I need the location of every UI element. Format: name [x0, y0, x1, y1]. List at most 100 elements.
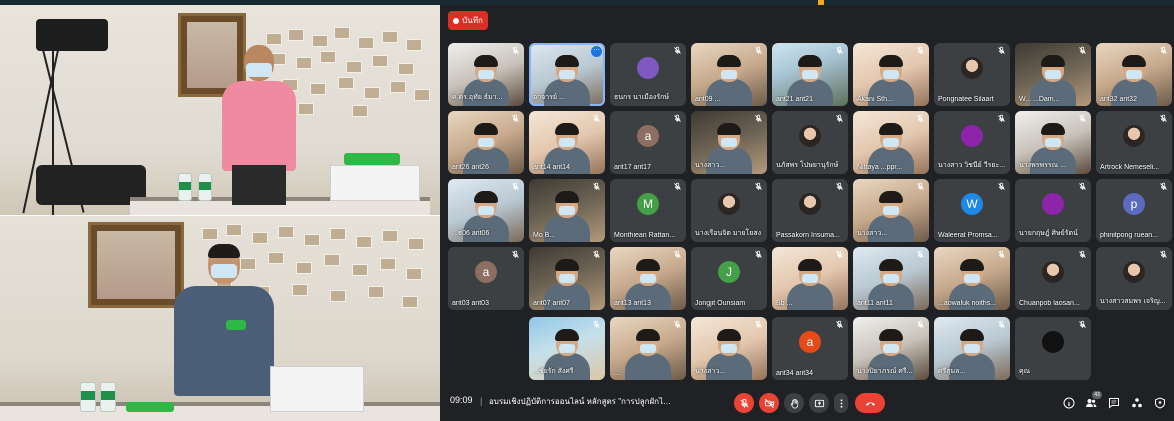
- raise-hand-button[interactable]: [784, 393, 804, 413]
- participant-name: นภัสพร โปษยานุรักษ์: [776, 162, 839, 169]
- participant-tile[interactable]: J Jongjit Ounsiam: [691, 247, 767, 310]
- mic-off-icon: [511, 182, 520, 191]
- participant-video-hair: [1122, 55, 1146, 67]
- foam-box: [270, 366, 364, 412]
- participant-tile[interactable]: ...: [610, 317, 686, 380]
- avatar-letter: [961, 125, 983, 147]
- participant-tile[interactable]: นางสาวสมพร เจริญ...: [1096, 247, 1172, 310]
- participant-tile[interactable]: M Monthiean Rattan...: [610, 179, 686, 242]
- mic-off-icon: [592, 250, 601, 259]
- participant-tile[interactable]: arit07 arit07: [529, 247, 605, 310]
- tile-options-icon[interactable]: ⋯: [591, 46, 602, 57]
- mic-off-icon: [997, 320, 1006, 329]
- meeting-details-button[interactable]: [1063, 397, 1075, 409]
- mic-off-icon: [835, 320, 844, 329]
- participant-tile[interactable]: นางสาว...: [691, 111, 767, 174]
- recording-button[interactable]: บันทึก: [448, 11, 488, 30]
- participant-tile[interactable]: Mo B...: [529, 179, 605, 242]
- participant-tile[interactable]: Pongnatee Silaart: [934, 43, 1010, 106]
- participant-tile[interactable]: ธนกร นาเมืองรักษ์: [610, 43, 686, 106]
- participant-video-hair: [717, 55, 741, 67]
- mic-off-icon: [1159, 46, 1168, 55]
- participant-tile[interactable]: นางสาว วิชนีย์ วีรยะ...: [934, 111, 1010, 174]
- presenter-woman: [168, 244, 280, 421]
- participant-tile[interactable]: a arit03 arit03: [448, 247, 524, 310]
- participant-video-hair: [879, 123, 903, 135]
- participant-tile[interactable]: ศรีสุมล...: [934, 317, 1010, 380]
- mic-toggle-button[interactable]: [734, 393, 754, 413]
- participant-tile[interactable]: นภัสพร โปษยานุรักษ์: [772, 111, 848, 174]
- presenter-man: [214, 45, 304, 205]
- activities-button[interactable]: [1131, 397, 1143, 409]
- participant-tile[interactable]: arit14 arit14: [529, 111, 605, 174]
- participant-video-hair: [1041, 55, 1065, 67]
- participant-name: นางเรือนจิต มายโยสง: [695, 230, 762, 237]
- avatar-letter: a: [799, 331, 821, 353]
- participant-tile[interactable]: a arit17 arit17: [610, 111, 686, 174]
- participant-name: ...aowaluk noiths...: [938, 300, 996, 307]
- participant-tile[interactable]: Bb ...: [772, 247, 848, 310]
- mic-off-icon: [673, 320, 682, 329]
- participant-name: นางสาวสมพร เจริญ...: [1100, 298, 1166, 305]
- participant-name: arit11 arit11: [857, 300, 893, 307]
- participant-tile[interactable]: นายกฤษฎ์ ศิษย์รัตน์: [1015, 179, 1091, 242]
- participant-name: arit14 arit14: [533, 164, 570, 171]
- mic-off-icon: [835, 250, 844, 259]
- participant-tile[interactable]: คุณ: [1015, 317, 1091, 380]
- avatar-photo: [799, 193, 821, 215]
- host-controls-button[interactable]: [1154, 397, 1166, 409]
- participant-tile[interactable]: ค.ดร.อุทัย ธ์มา...: [448, 43, 524, 106]
- raise-hand-icon: [789, 398, 800, 409]
- participant-name: นางสาว วิชนีย์ วีรยะ...: [938, 162, 1006, 169]
- participant-tile[interactable]: Akani Sth...: [853, 43, 929, 106]
- participant-tile[interactable]: นางสาว...: [853, 179, 929, 242]
- people-count-badge: 43: [1092, 391, 1102, 399]
- face-mask: [802, 274, 818, 283]
- participant-tile[interactable]: นางเรือนจิต มายโยสง: [691, 179, 767, 242]
- participant-tile[interactable]: Artrock Nemeseli...: [1096, 111, 1172, 174]
- participant-tile[interactable]: Chuanpob laosan...: [1015, 247, 1091, 310]
- participant-tile[interactable]: W Waleerat Promsa...: [934, 179, 1010, 242]
- avatar-letter: J: [718, 261, 740, 283]
- participant-tile[interactable]: Passakorn Insuma...: [772, 179, 848, 242]
- mic-off-icon: [754, 46, 763, 55]
- participant-name: Akani Sth...: [857, 96, 893, 103]
- camera-toggle-button[interactable]: [759, 393, 779, 413]
- face-mask: [559, 70, 575, 79]
- participant-tile[interactable]: arit26 arit26: [448, 111, 524, 174]
- mic-off-icon: [1159, 250, 1168, 259]
- leave-call-button[interactable]: [855, 393, 885, 413]
- participant-tile[interactable]: arit21 arit21: [772, 43, 848, 106]
- participant-tile[interactable]: arit32 arit32: [1096, 43, 1172, 106]
- participant-tile[interactable]: arit13 arit13: [610, 247, 686, 310]
- participant-video-hair: [717, 329, 741, 341]
- meeting-title[interactable]: อบรมเชิงปฏิบัติการออนไลน์ หลักสูตร "การป…: [489, 395, 674, 408]
- participant-name: Mo B...: [533, 232, 556, 239]
- participant-tile[interactable]: นางสาว...: [691, 317, 767, 380]
- chat-button[interactable]: [1108, 397, 1120, 409]
- present-button[interactable]: [809, 393, 829, 413]
- participant-tile[interactable]: a arit34 arit34: [772, 317, 848, 380]
- participant-tile[interactable]: arit09 ...: [691, 43, 767, 106]
- avatar-photo: [1123, 261, 1145, 283]
- avatar-letter: [1042, 193, 1064, 215]
- participant-tile[interactable]: arit11 arit11: [853, 247, 929, 310]
- participant-name: arit26 arit26: [452, 164, 489, 171]
- participant-tile[interactable]: W... ...Dam...: [1015, 43, 1091, 106]
- participant-tile[interactable]: Nittaya ...ppr...: [853, 111, 929, 174]
- participant-tile[interactable]: นางปิยาภรณ์ ศรี...: [853, 317, 929, 380]
- green-tray: [344, 153, 400, 165]
- participant-tile[interactable]: p phinitpong ruean...: [1096, 179, 1172, 242]
- participant-video-hair: [960, 259, 984, 271]
- participant-tile[interactable]: ...ธ06 arit06: [448, 179, 524, 242]
- mic-off-icon: [511, 250, 520, 259]
- participant-name: ...ธ06 arit06: [452, 230, 490, 237]
- mic-off-icon: [673, 114, 682, 123]
- participant-tile[interactable]: ⋯ อาจารย์ ...: [529, 43, 605, 106]
- mic-off-icon: [916, 320, 925, 329]
- participant-tile[interactable]: ...ชัยรัก สังศรี: [529, 317, 605, 380]
- participant-tile[interactable]: ...aowaluk noiths...: [934, 247, 1010, 310]
- mic-off-icon: [1159, 182, 1168, 191]
- participant-tile[interactable]: นางพรพรรณ ...: [1015, 111, 1091, 174]
- more-options-button[interactable]: [834, 393, 848, 413]
